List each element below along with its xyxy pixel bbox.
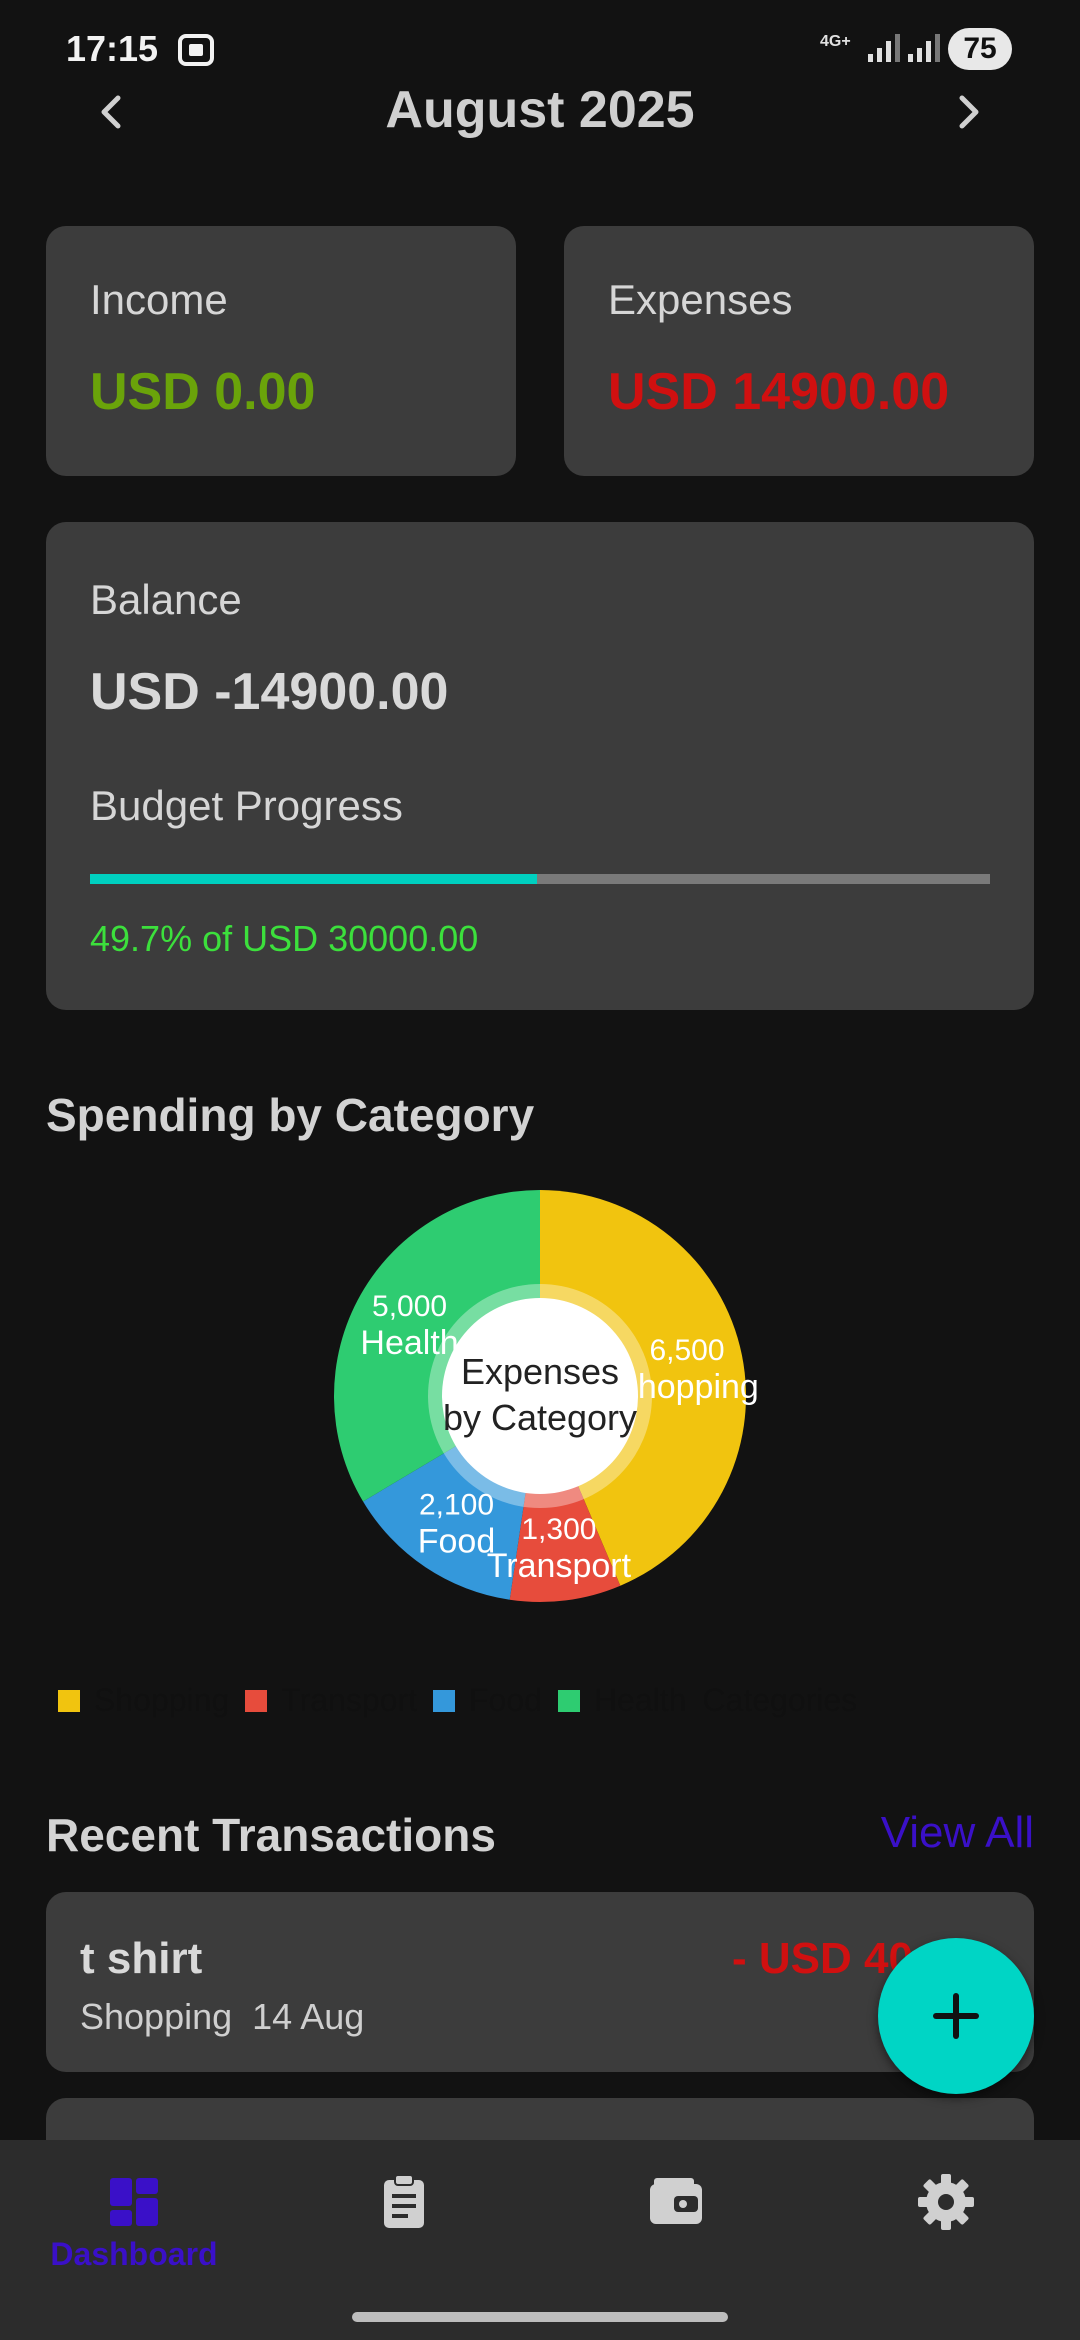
legend-label: Shopping bbox=[94, 1682, 230, 1718]
pie-value-label-transport: 1,300 bbox=[521, 1513, 596, 1546]
next-month-button[interactable] bbox=[946, 90, 990, 134]
network-type: 4G+ bbox=[820, 33, 851, 50]
plus-icon bbox=[933, 1993, 979, 2039]
pie-category-label-transport: Transport bbox=[487, 1547, 632, 1585]
balance-value: USD -14900.00 bbox=[90, 663, 449, 721]
budget-progress-text: 49.7% of USD 30000.00 bbox=[90, 918, 479, 959]
transaction-title: t shirt bbox=[80, 1934, 203, 1983]
legend-title: Categories bbox=[702, 1682, 858, 1718]
chart-center-title-line2: by Category bbox=[443, 1397, 637, 1438]
income-card: Income USD 0.00 bbox=[46, 226, 516, 476]
income-label: Income bbox=[90, 276, 228, 323]
nav-label-dashboard[interactable]: Dashboard bbox=[46, 2236, 222, 2273]
clipboard-icon[interactable] bbox=[374, 2172, 434, 2232]
pie-value-label-food: 2,100 bbox=[419, 1489, 494, 1522]
legend-swatch bbox=[245, 1689, 268, 1712]
signal-icon-2 bbox=[908, 34, 940, 62]
spending-section-title: Spending by Category bbox=[46, 1089, 535, 1141]
pie-category-label-health: Health bbox=[360, 1324, 458, 1362]
expenses-card: Expenses USD 14900.00 bbox=[564, 226, 1034, 476]
legend-swatch bbox=[58, 1689, 80, 1712]
wallet-icon[interactable] bbox=[646, 2172, 706, 2232]
budget-progress-label: Budget Progress bbox=[90, 782, 403, 829]
spending-donut-chart: 6,500Shopping1,300Transport2,100Food5,00… bbox=[334, 1190, 759, 1602]
expenses-value: USD 14900.00 bbox=[608, 363, 950, 421]
gear-icon[interactable] bbox=[916, 2172, 976, 2232]
pie-value-label-health: 5,000 bbox=[372, 1290, 447, 1323]
month-title: August 2025 bbox=[385, 81, 695, 139]
chart-legend: Shopping Transport Food Health Categories bbox=[58, 1682, 857, 1719]
legend-swatch bbox=[432, 1689, 455, 1712]
home-indicator[interactable] bbox=[352, 2312, 728, 2322]
transaction-meta: Shopping 14 Aug bbox=[80, 1996, 364, 2038]
legend-label: Food bbox=[468, 1682, 542, 1718]
legend-label: Transport bbox=[281, 1682, 417, 1718]
screenshot-icon bbox=[178, 34, 214, 66]
legend-swatch bbox=[557, 1689, 580, 1712]
recent-transactions-title: Recent Transactions bbox=[46, 1809, 496, 1861]
budget-progress-fill bbox=[90, 874, 538, 884]
add-transaction-button[interactable] bbox=[878, 1938, 1034, 2094]
income-value: USD 0.00 bbox=[90, 363, 316, 421]
chart-center-title-line1: Expenses bbox=[461, 1351, 619, 1392]
legend-item-health[interactable]: Health bbox=[557, 1682, 687, 1719]
legend-label: Health bbox=[593, 1682, 687, 1718]
transaction-date: 14 Aug bbox=[252, 1996, 365, 2037]
battery-indicator: 75 bbox=[948, 28, 1012, 70]
budget-progress-bar bbox=[90, 874, 990, 884]
legend-item-shopping[interactable]: Shopping bbox=[58, 1682, 229, 1719]
legend-item-food[interactable]: Food bbox=[432, 1682, 542, 1719]
dashboard-icon[interactable] bbox=[104, 2172, 164, 2232]
pie-category-label-food: Food bbox=[418, 1523, 496, 1561]
legend-item-transport[interactable]: Transport bbox=[245, 1682, 417, 1719]
transaction-category: Shopping bbox=[80, 1996, 233, 2037]
pie-value-label-shopping: 6,500 bbox=[649, 1334, 724, 1367]
expenses-label: Expenses bbox=[608, 276, 793, 323]
signal-icon bbox=[868, 34, 900, 62]
balance-label: Balance bbox=[90, 576, 242, 623]
view-all-link[interactable]: View All bbox=[881, 1808, 1034, 1858]
status-time: 17:15 bbox=[66, 28, 159, 69]
